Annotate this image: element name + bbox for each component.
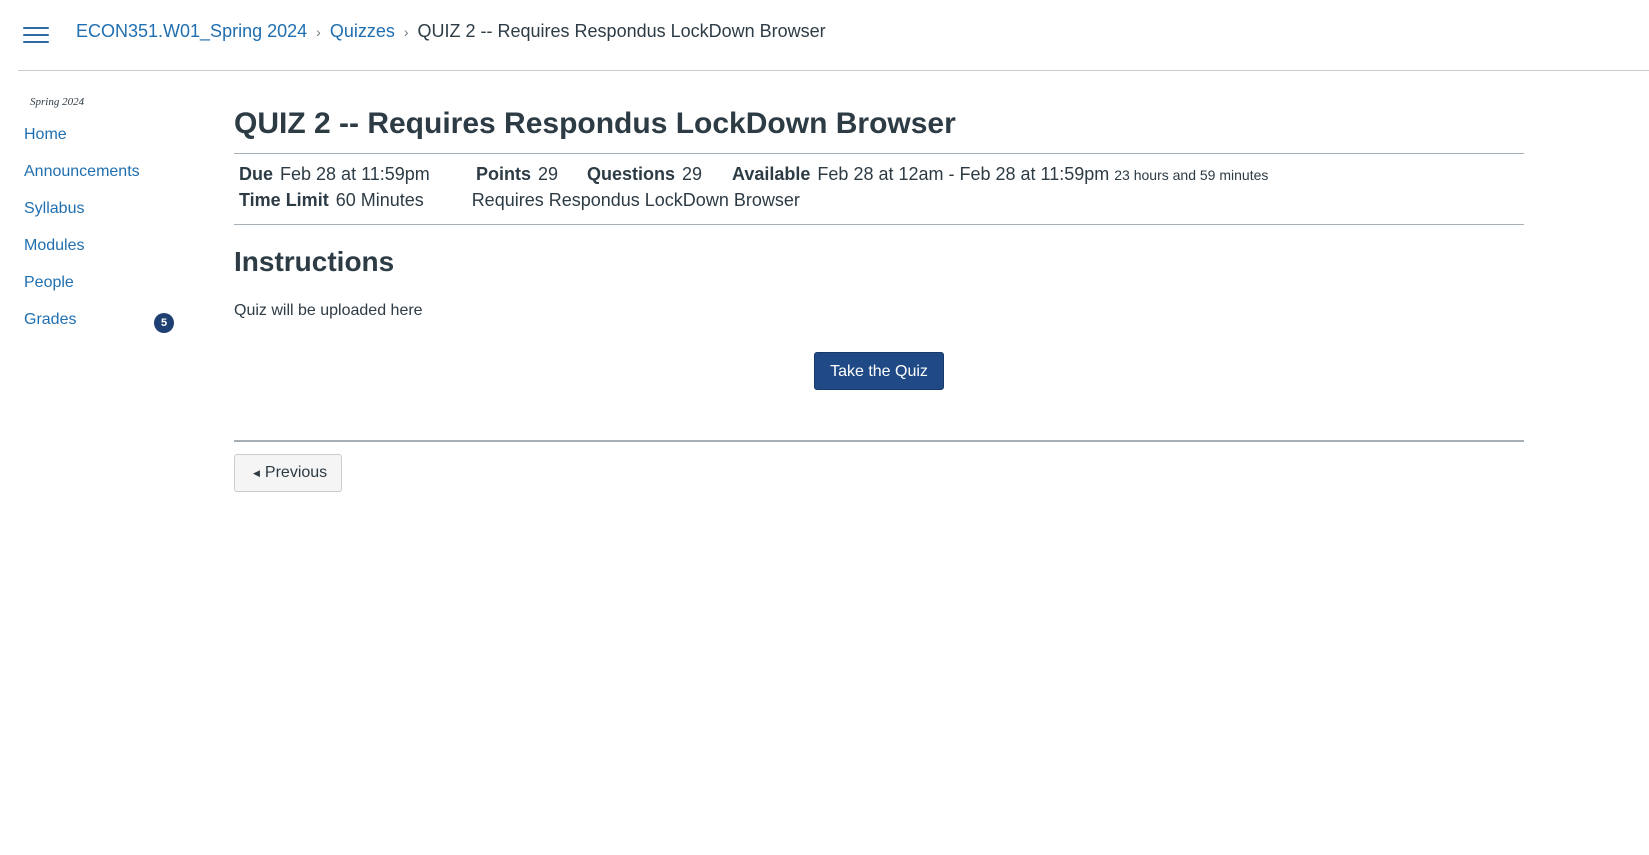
course-navigation: Spring 2024 Home Announcements Syllabus … bbox=[24, 96, 184, 348]
due-label: Due bbox=[239, 164, 274, 184]
sidebar-item-home[interactable]: Home bbox=[24, 126, 184, 163]
top-bar: ECON351.W01_Spring 2024 › Quizzes › QUIZ… bbox=[18, 0, 1649, 71]
hamburger-menu-icon[interactable] bbox=[23, 23, 49, 45]
time-limit-value: 60 Minutes bbox=[335, 190, 424, 210]
term-label: Spring 2024 bbox=[30, 96, 85, 108]
sidebar-item-modules[interactable]: Modules bbox=[24, 237, 184, 274]
breadcrumb-current: QUIZ 2 -- Requires Respondus LockDown Br… bbox=[417, 21, 826, 41]
due-value: Feb 28 at 11:59pm bbox=[280, 164, 430, 184]
points-label: Points bbox=[476, 164, 532, 184]
sidebar-item-announcements[interactable]: Announcements bbox=[24, 163, 184, 200]
sidebar-item-syllabus[interactable]: Syllabus bbox=[24, 200, 184, 237]
sidebar-item-label: Grades bbox=[24, 311, 77, 328]
sidebar-item-people[interactable]: People bbox=[24, 274, 184, 311]
take-quiz-container: Take the Quiz bbox=[234, 352, 1524, 392]
take-quiz-button[interactable]: Take the Quiz bbox=[814, 352, 944, 390]
available-value: Feb 28 at 12am - Feb 28 at 11:59pm bbox=[817, 164, 1110, 184]
page-title: QUIZ 2 -- Requires Respondus LockDown Br… bbox=[234, 106, 1524, 154]
grades-count-badge: 5 bbox=[154, 313, 174, 333]
questions-value: 29 bbox=[682, 164, 703, 184]
sidebar-item-label: People bbox=[24, 274, 74, 291]
breadcrumb-quizzes-link[interactable]: Quizzes bbox=[330, 21, 395, 42]
points-value: 29 bbox=[538, 164, 559, 184]
sidebar-item-label: Syllabus bbox=[24, 200, 85, 217]
questions-label: Questions bbox=[587, 164, 676, 184]
lockdown-requirement: Requires Respondus LockDown Browser bbox=[471, 190, 800, 210]
quiz-details: Due Feb 28 at 11:59pm Points 29 Question… bbox=[234, 154, 1524, 225]
previous-button-label: Previous bbox=[264, 464, 328, 481]
sidebar-item-label: Announcements bbox=[24, 163, 140, 180]
caret-left-icon: ◀ bbox=[253, 467, 260, 478]
sidebar-item-label: Home bbox=[24, 126, 67, 143]
available-label: Available bbox=[732, 164, 811, 184]
breadcrumb: ECON351.W01_Spring 2024 › Quizzes › QUIZ… bbox=[76, 21, 826, 42]
breadcrumb-course-link[interactable]: ECON351.W01_Spring 2024 bbox=[76, 21, 307, 42]
instructions-text: Quiz will be uploaded here bbox=[234, 302, 423, 319]
chevron-right-icon: › bbox=[316, 23, 321, 40]
chevron-right-icon: › bbox=[403, 23, 409, 40]
previous-button[interactable]: ◀ Previous bbox=[234, 454, 343, 492]
available-remaining: 23 hours and 59 minutes bbox=[1114, 167, 1269, 183]
instructions-heading: Instructions bbox=[234, 246, 395, 277]
time-limit-label: Time Limit bbox=[239, 190, 329, 210]
divider bbox=[234, 440, 1524, 442]
quiz-content: QUIZ 2 -- Requires Respondus LockDown Br… bbox=[234, 106, 1524, 492]
sidebar-item-grades[interactable]: Grades 5 bbox=[24, 311, 184, 348]
sidebar-item-label: Modules bbox=[24, 237, 85, 254]
